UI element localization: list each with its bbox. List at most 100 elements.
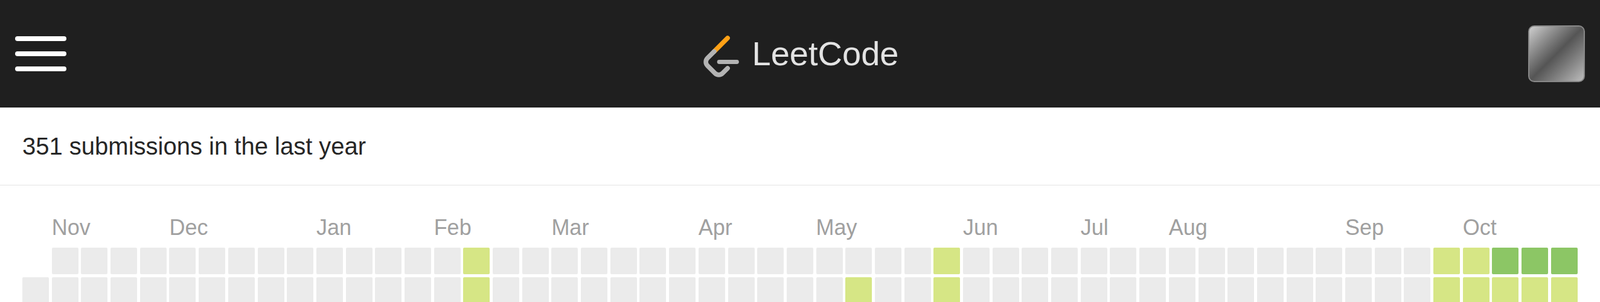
day-cell[interactable] (169, 247, 196, 275)
day-cell[interactable] (404, 277, 432, 302)
day-cell[interactable] (698, 277, 726, 302)
day-cell[interactable] (1491, 277, 1519, 302)
day-cell[interactable] (286, 277, 314, 302)
day-cell[interactable] (1551, 247, 1578, 275)
day-cell[interactable] (639, 247, 666, 275)
day-cell[interactable] (169, 277, 196, 302)
day-cell[interactable] (1521, 277, 1549, 302)
day-cell[interactable] (1374, 247, 1402, 275)
day-cell[interactable] (1257, 277, 1284, 302)
day-cell[interactable] (1462, 247, 1490, 275)
day-cell[interactable] (1374, 277, 1402, 302)
day-cell[interactable] (933, 277, 960, 302)
day-cell[interactable] (404, 247, 432, 275)
day-cell[interactable] (1021, 277, 1049, 302)
day-cell[interactable] (1080, 247, 1108, 275)
day-cell[interactable] (1403, 277, 1431, 302)
day-cell[interactable] (874, 277, 902, 302)
day-cell[interactable] (963, 277, 990, 302)
day-cell[interactable] (492, 277, 520, 302)
day-cell[interactable] (345, 277, 373, 302)
day-cell[interactable] (522, 247, 549, 275)
day-cell[interactable] (198, 247, 226, 275)
day-cell[interactable] (1051, 277, 1078, 302)
day-cell[interactable] (786, 247, 814, 275)
day-cell[interactable] (80, 277, 108, 302)
avatar[interactable] (1528, 25, 1585, 83)
day-cell[interactable] (1433, 277, 1460, 302)
day-cell[interactable] (786, 277, 814, 302)
day-cell[interactable] (463, 247, 490, 275)
day-cell[interactable] (668, 247, 696, 275)
day-cell[interactable] (140, 247, 167, 275)
day-cell[interactable] (1021, 247, 1049, 275)
day-cell[interactable] (816, 247, 843, 275)
day-cell[interactable] (80, 247, 108, 275)
day-cell[interactable] (1051, 247, 1078, 275)
day-cell[interactable] (1403, 247, 1431, 275)
day-cell[interactable] (1521, 247, 1549, 275)
day-cell[interactable] (551, 277, 578, 302)
day-cell[interactable] (1345, 277, 1372, 302)
day-cell[interactable] (580, 247, 608, 275)
day-cell[interactable] (522, 277, 549, 302)
day-cell[interactable] (845, 247, 872, 275)
day-cell[interactable] (874, 247, 902, 275)
day-cell[interactable] (1257, 247, 1284, 275)
day-cell[interactable] (698, 247, 726, 275)
day-cell[interactable] (1168, 277, 1196, 302)
day-cell[interactable] (110, 247, 138, 275)
day-cell[interactable] (610, 247, 637, 275)
day-cell[interactable] (904, 247, 932, 275)
day-cell[interactable] (140, 277, 167, 302)
day-cell[interactable] (845, 277, 872, 302)
day-cell[interactable] (668, 277, 696, 302)
day-cell[interactable] (374, 277, 402, 302)
day-cell[interactable] (22, 277, 49, 302)
logo[interactable]: LeetCode (701, 29, 900, 78)
day-cell[interactable] (757, 247, 784, 275)
day-cell[interactable] (728, 277, 755, 302)
day-cell[interactable] (1227, 277, 1255, 302)
day-cell[interactable] (757, 277, 784, 302)
day-cell[interactable] (374, 247, 402, 275)
day-cell[interactable] (992, 277, 1020, 302)
day-cell[interactable] (51, 247, 79, 275)
day-cell[interactable] (1286, 247, 1314, 275)
day-cell[interactable] (316, 247, 343, 275)
day-cell[interactable] (1139, 247, 1166, 275)
day-cell[interactable] (228, 277, 255, 302)
day-cell[interactable] (1080, 277, 1108, 302)
day-cell[interactable] (110, 277, 138, 302)
day-cell[interactable] (1286, 277, 1314, 302)
day-cell[interactable] (551, 247, 578, 275)
day-cell[interactable] (580, 277, 608, 302)
day-cell[interactable] (198, 277, 226, 302)
day-cell[interactable] (1168, 247, 1196, 275)
day-cell[interactable] (434, 277, 461, 302)
day-cell[interactable] (992, 247, 1020, 275)
day-cell[interactable] (1198, 277, 1226, 302)
day-cell[interactable] (963, 247, 990, 275)
day-cell[interactable] (51, 277, 79, 302)
day-cell[interactable] (1315, 277, 1343, 302)
day-cell[interactable] (286, 247, 314, 275)
day-cell[interactable] (1227, 247, 1255, 275)
day-cell[interactable] (904, 277, 932, 302)
day-cell[interactable] (1433, 247, 1460, 275)
day-cell[interactable] (1109, 277, 1137, 302)
day-cell[interactable] (1198, 247, 1226, 275)
day-cell[interactable] (1491, 247, 1519, 275)
day-cell[interactable] (639, 277, 666, 302)
day-cell[interactable] (316, 277, 343, 302)
day-cell[interactable] (1345, 247, 1372, 275)
day-cell[interactable] (257, 247, 285, 275)
day-cell[interactable] (728, 247, 755, 275)
day-cell[interactable] (345, 247, 373, 275)
day-cell[interactable] (816, 277, 843, 302)
day-cell[interactable] (1139, 277, 1166, 302)
day-cell[interactable] (1551, 277, 1578, 302)
menu-button[interactable] (15, 36, 67, 72)
day-cell[interactable] (257, 277, 285, 302)
day-cell[interactable] (228, 247, 255, 275)
